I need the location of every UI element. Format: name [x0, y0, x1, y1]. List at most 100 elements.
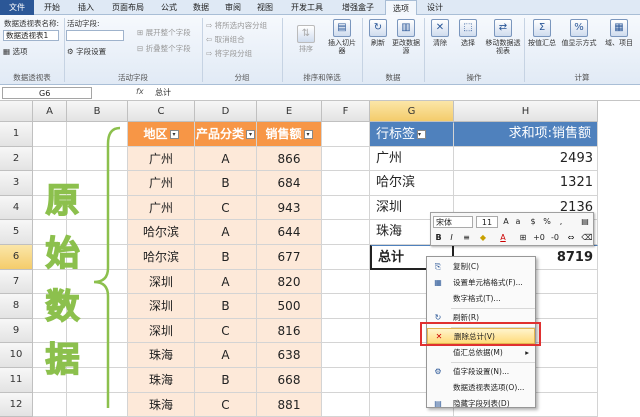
menu-item-copy[interactable]: ⎘ 复制(C): [427, 259, 535, 275]
tab-options[interactable]: 选项: [385, 0, 417, 16]
grid-cell[interactable]: [322, 171, 370, 196]
source-data-cell[interactable]: 881: [257, 392, 322, 417]
grid-cell[interactable]: [322, 195, 370, 221]
row-header-3[interactable]: 3: [0, 171, 33, 196]
menu-item-format-cells[interactable]: ▦ 设置单元格格式(F)...: [427, 275, 535, 291]
col-header-c[interactable]: C: [128, 101, 195, 122]
pivot-row-label[interactable]: 广州: [370, 146, 454, 172]
col-header-d[interactable]: D: [195, 101, 257, 122]
grid-cell[interactable]: [322, 269, 370, 295]
col-header-f[interactable]: F: [322, 101, 370, 122]
source-data-cell[interactable]: A: [195, 220, 257, 245]
col-header-g[interactable]: G: [370, 101, 454, 122]
border-icon[interactable]: ⊞: [517, 232, 529, 244]
tab-review[interactable]: 审阅: [218, 0, 248, 15]
filter-dropdown-icon[interactable]: ▾: [246, 130, 255, 139]
source-data-cell[interactable]: 广州: [128, 171, 195, 196]
fields-items-button[interactable]: ▦ 域、项目: [600, 19, 638, 47]
currency-format-icon[interactable]: $: [527, 216, 539, 228]
ungroup-button[interactable]: ⇦ 取消组合: [206, 34, 245, 45]
row-header-11[interactable]: 11: [0, 368, 33, 393]
menu-item-pivot-options[interactable]: 数据透视表选项(O)...: [427, 380, 535, 396]
source-data-cell[interactable]: 广州: [128, 195, 195, 221]
tab-insert[interactable]: 插入: [70, 0, 102, 15]
source-data-cell[interactable]: 深圳: [128, 318, 195, 344]
source-data-cell[interactable]: 珠海: [128, 392, 195, 417]
shrink-font-icon[interactable]: a: [513, 216, 523, 228]
source-data-cell[interactable]: 684: [257, 171, 322, 196]
source-data-cell[interactable]: A: [195, 146, 257, 172]
menu-item-summarize-by[interactable]: 值汇总依据(M) ▸: [427, 345, 535, 361]
source-data-cell[interactable]: 哈尔滨: [128, 220, 195, 245]
summarize-by-button[interactable]: Σ 按值汇总: [528, 19, 556, 47]
source-data-cell[interactable]: 广州: [128, 146, 195, 172]
grid-cell[interactable]: [322, 368, 370, 393]
source-data-cell[interactable]: C: [195, 392, 257, 417]
source-data-cell[interactable]: B: [195, 245, 257, 270]
source-header-cell[interactable]: 销售额 ▾: [257, 122, 322, 147]
grid-cell[interactable]: [33, 146, 67, 172]
decrease-decimal-icon[interactable]: -0: [549, 232, 561, 244]
row-header-5[interactable]: 5: [0, 220, 33, 245]
tab-file[interactable]: 文件: [0, 0, 34, 15]
show-values-as-button[interactable]: % 值显示方式: [560, 19, 598, 47]
source-data-cell[interactable]: 深圳: [128, 294, 195, 319]
group-selection-button[interactable]: ⇨ 将所选内容分组: [206, 20, 267, 31]
pivot-name-input[interactable]: 数据透视表1: [3, 30, 59, 41]
tab-page-layout[interactable]: 页面布局: [104, 0, 152, 15]
source-header-cell[interactable]: 产品分类 ▾: [195, 122, 257, 147]
collapse-field-button[interactable]: ⊟ 折叠整个字段: [137, 43, 191, 54]
select-all-corner[interactable]: [0, 101, 33, 122]
pivot-filter-dropdown-icon[interactable]: ▾: [417, 130, 427, 139]
source-data-cell[interactable]: 珠海: [128, 368, 195, 393]
row-header-12[interactable]: 12: [0, 392, 33, 417]
pivot-row-label[interactable]: 哈尔滨: [370, 171, 454, 196]
row-header-10[interactable]: 10: [0, 343, 33, 368]
grid-cell[interactable]: [322, 294, 370, 319]
source-data-cell[interactable]: B: [195, 171, 257, 196]
select-button[interactable]: ⬚ 选择: [454, 19, 482, 47]
source-data-cell[interactable]: 638: [257, 343, 322, 368]
row-header-4[interactable]: 4: [0, 195, 33, 221]
tab-home[interactable]: 开始: [36, 0, 68, 15]
source-data-cell[interactable]: 943: [257, 195, 322, 221]
change-source-button[interactable]: ▥ 更改数据源: [392, 19, 420, 55]
pivot-value[interactable]: 1321: [454, 171, 598, 196]
italic-icon[interactable]: I: [446, 232, 457, 244]
insert-slicer-button[interactable]: ▤ 插入切片器: [328, 19, 356, 55]
grid-cell[interactable]: [33, 122, 67, 147]
filter-dropdown-icon[interactable]: ▾: [303, 130, 313, 139]
formula-input[interactable]: 总计: [155, 87, 635, 99]
source-data-cell[interactable]: C: [195, 195, 257, 221]
merge-icon[interactable]: ⇔: [565, 232, 577, 244]
source-data-cell[interactable]: 816: [257, 318, 322, 344]
name-box[interactable]: G6: [2, 87, 92, 99]
tab-design[interactable]: 设计: [420, 0, 450, 15]
refresh-button[interactable]: ↻ 刷新: [364, 19, 392, 47]
percent-icon[interactable]: %: [541, 216, 553, 228]
row-header-8[interactable]: 8: [0, 294, 33, 319]
expand-field-button[interactable]: ⊞ 展开整个字段: [137, 27, 191, 38]
align-center-icon[interactable]: ≡: [461, 232, 472, 244]
source-data-cell[interactable]: 644: [257, 220, 322, 245]
grid-cell[interactable]: [322, 122, 370, 147]
sort-button[interactable]: ⇅ 排序: [292, 25, 320, 53]
grid-cell[interactable]: [322, 220, 370, 245]
source-data-cell[interactable]: 668: [257, 368, 322, 393]
filter-dropdown-icon[interactable]: ▾: [169, 130, 179, 139]
tab-formulas[interactable]: 公式: [154, 0, 184, 15]
pivot-value-header[interactable]: 求和项:销售额: [454, 122, 598, 147]
source-data-cell[interactable]: B: [195, 368, 257, 393]
row-header-9[interactable]: 9: [0, 318, 33, 344]
field-settings-button[interactable]: ⚙ 字段设置: [67, 46, 106, 57]
group-field-button[interactable]: ⇨ 将字段分组: [206, 48, 252, 59]
source-data-cell[interactable]: B: [195, 294, 257, 319]
source-data-cell[interactable]: 677: [257, 245, 322, 270]
source-data-cell[interactable]: A: [195, 269, 257, 295]
comma-style-icon[interactable]: ,: [555, 216, 567, 228]
source-data-cell[interactable]: 哈尔滨: [128, 245, 195, 270]
move-pivot-button[interactable]: ⇄ 移动数据透视表: [485, 19, 521, 55]
grow-font-icon[interactable]: A: [501, 216, 511, 228]
font-color-icon[interactable]: A: [497, 232, 509, 244]
source-data-cell[interactable]: 500: [257, 294, 322, 319]
